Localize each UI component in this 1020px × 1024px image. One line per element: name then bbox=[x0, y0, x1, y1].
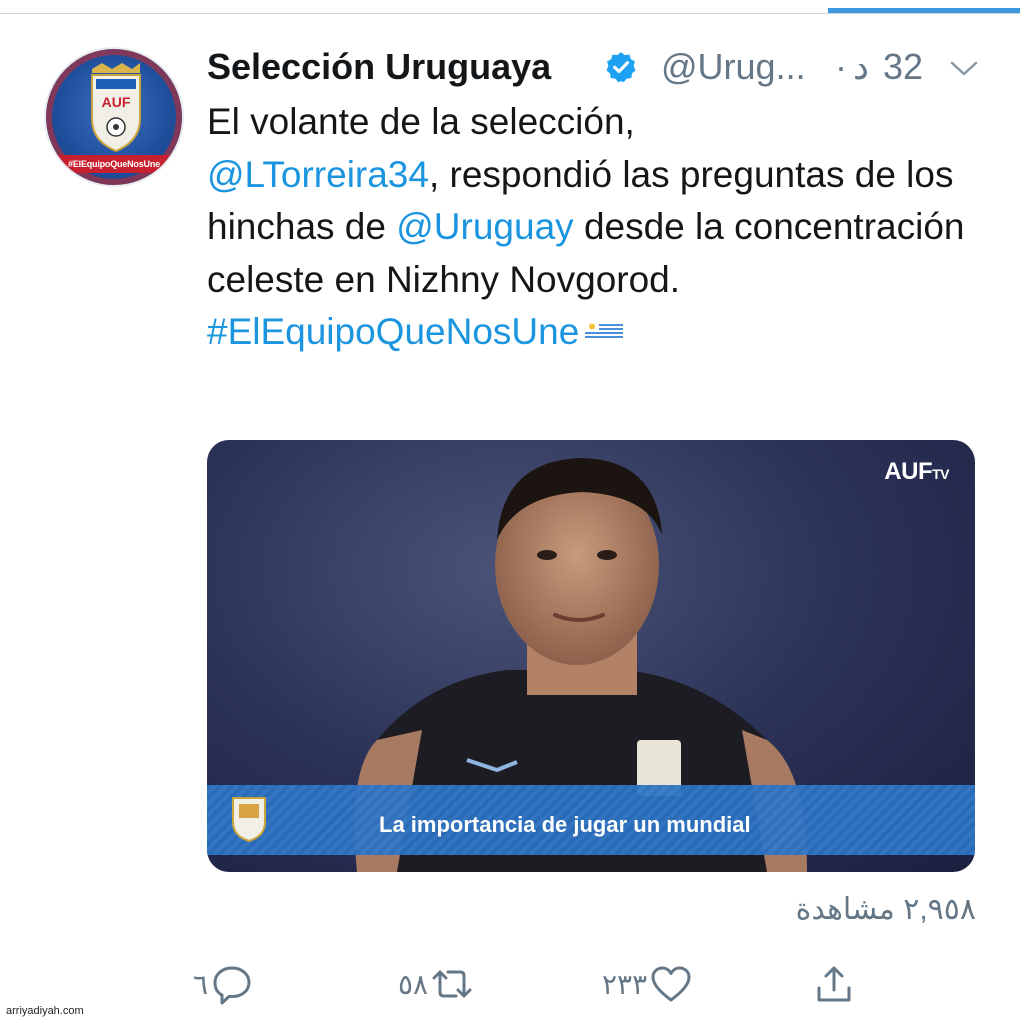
watermark-suffix: TV bbox=[932, 466, 949, 482]
avatar-crest-text: AUF bbox=[102, 94, 131, 110]
author-display-name[interactable]: Selección Uruguaya bbox=[207, 46, 551, 88]
top-divider bbox=[0, 13, 1020, 14]
loading-progress-bar bbox=[828, 8, 1020, 13]
auf-tv-watermark: AUFTV bbox=[884, 458, 949, 486]
mention-link[interactable]: @Uruguay bbox=[396, 206, 573, 247]
retweet-count: ٥٨ bbox=[398, 968, 429, 1000]
timestamp-value[interactable]: 32 bbox=[883, 46, 923, 88]
like-count: ٢٣٣ bbox=[602, 968, 648, 1000]
tweet-text-line: El volante de la selección, bbox=[207, 101, 635, 142]
auf-crest-icon: AUF bbox=[91, 63, 141, 153]
chevron-down-icon[interactable] bbox=[949, 58, 979, 78]
video-caption-text: La importancia de jugar un mundial bbox=[379, 812, 751, 837]
like-button[interactable]: ٢٣٣ bbox=[602, 960, 693, 1008]
share-button[interactable] bbox=[812, 960, 856, 1008]
auf-shield-icon bbox=[232, 797, 266, 842]
retweet-icon bbox=[432, 970, 472, 998]
view-count: ٢,٩٥٨ مشاهدة bbox=[795, 893, 976, 926]
mention-link[interactable]: @LTorreira34 bbox=[207, 154, 429, 195]
heart-icon bbox=[651, 966, 691, 1002]
watermark-text: AUF bbox=[884, 458, 933, 485]
tweet-header: Selección Uruguaya @Urug... · د 32 bbox=[207, 44, 987, 90]
avatar[interactable]: AUF #ElEquipoQueNosUne bbox=[44, 47, 184, 187]
retweet-button[interactable]: ٥٨ bbox=[398, 960, 474, 1008]
reply-count: ٦ bbox=[193, 968, 209, 1000]
avatar-hashtag-banner: #ElEquipoQueNosUne bbox=[46, 155, 182, 173]
time-separator: · bbox=[835, 46, 847, 87]
verified-badge-icon bbox=[606, 52, 636, 83]
video-media[interactable]: AUFTV La importancia de jugar un mundial bbox=[207, 440, 975, 872]
timestamp-unit: د bbox=[853, 46, 870, 87]
hashtag-link[interactable]: #ElEquipoQueNosUne bbox=[207, 311, 579, 352]
uruguay-flag-icon bbox=[585, 322, 624, 341]
tweet-text: El volante de la selección, @LTorreira34… bbox=[207, 96, 987, 359]
share-icon bbox=[817, 966, 851, 1002]
author-handle[interactable]: @Urug... bbox=[661, 46, 806, 88]
site-watermark: arriyadiyah.com bbox=[6, 1005, 84, 1017]
reply-button[interactable]: ٦ bbox=[193, 960, 254, 1008]
reply-icon bbox=[213, 966, 251, 1005]
